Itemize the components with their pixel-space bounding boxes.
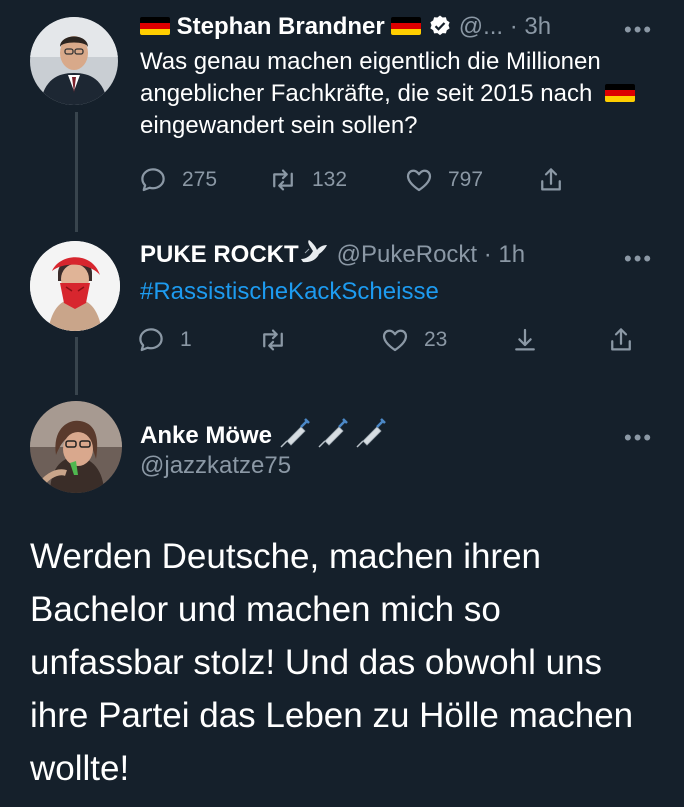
tweet-header: PUKE ROCKT @PukeRockt · 1h <box>140 239 525 273</box>
reply-count: 1 <box>180 328 192 351</box>
flag-de-icon <box>391 17 422 35</box>
more-icon[interactable]: ••• <box>624 19 653 41</box>
tweet-text-part: eingewandert sein sollen? <box>140 112 418 139</box>
author-name[interactable]: PUKE ROCKT <box>140 241 299 268</box>
author-name[interactable]: Anke Möwe <box>140 422 272 449</box>
avatar[interactable] <box>30 401 122 493</box>
like-button[interactable]: 797 <box>404 162 483 198</box>
tweet-puke-rockt[interactable]: PUKE ROCKT @PukeRockt · 1h ••• #Rassistis… <box>0 225 684 375</box>
avatar[interactable] <box>30 241 120 331</box>
reply-count: 275 <box>182 168 218 191</box>
retweet-icon <box>273 169 293 191</box>
dove-icon <box>299 239 329 273</box>
like-icon <box>406 169 432 192</box>
more-icon[interactable]: ••• <box>624 427 653 449</box>
reply-icon <box>141 168 165 192</box>
reply-icon <box>139 328 163 352</box>
download-icon <box>515 328 535 351</box>
flag-de-icon <box>140 17 170 35</box>
tweet-actions: 1 23 <box>136 322 646 358</box>
reply-button[interactable]: 275 <box>138 162 217 198</box>
author-handle[interactable]: @jazzkatze75 <box>140 451 291 481</box>
tweet-text-part: Was genau machen eigentlich die Millione… <box>140 48 601 107</box>
hashtag-link[interactable]: #RassistischeKackScheisse <box>140 276 660 308</box>
tweet-text: Werden Deutsche, machen ihren Bachelor u… <box>30 537 634 788</box>
retweet-count: 132 <box>312 168 348 191</box>
author-handle[interactable]: @PukeRockt <box>337 241 477 268</box>
retweet-icon <box>263 329 283 351</box>
like-button[interactable]: 23 <box>380 322 447 358</box>
syringe-icon <box>279 417 389 457</box>
share-icon <box>611 328 631 351</box>
author-name[interactable]: Stephan Brandner <box>177 13 385 40</box>
share-icon <box>541 168 561 191</box>
like-icon <box>382 329 408 352</box>
download-button[interactable] <box>510 322 554 358</box>
like-count: 797 <box>448 168 484 191</box>
tweet-time[interactable]: · 3h <box>510 13 551 40</box>
share-button[interactable] <box>536 162 580 198</box>
tweet-actions: 275 132 797 <box>138 162 578 198</box>
more-icon[interactable]: ••• <box>624 248 653 270</box>
verified-badge-icon <box>428 14 452 46</box>
like-count: 23 <box>424 328 448 351</box>
tweet-time[interactable]: · 1h <box>484 241 525 268</box>
retweet-button[interactable]: 132 <box>268 162 347 198</box>
author-handle[interactable]: @... <box>459 13 503 40</box>
flag-de-icon <box>604 84 635 102</box>
avatar[interactable] <box>30 17 118 105</box>
tweet-header: Stephan Brandner @... · 3h <box>140 12 551 46</box>
retweet-button[interactable] <box>258 322 302 358</box>
tweet-text: Was genau machen eigentlich die Millione… <box>140 46 660 142</box>
share-button[interactable] <box>606 322 650 358</box>
tweet-stephan-brandner[interactable]: Stephan Brandner @... · 3h ••• Was genau… <box>0 0 684 225</box>
reply-button[interactable]: 1 <box>136 322 192 358</box>
